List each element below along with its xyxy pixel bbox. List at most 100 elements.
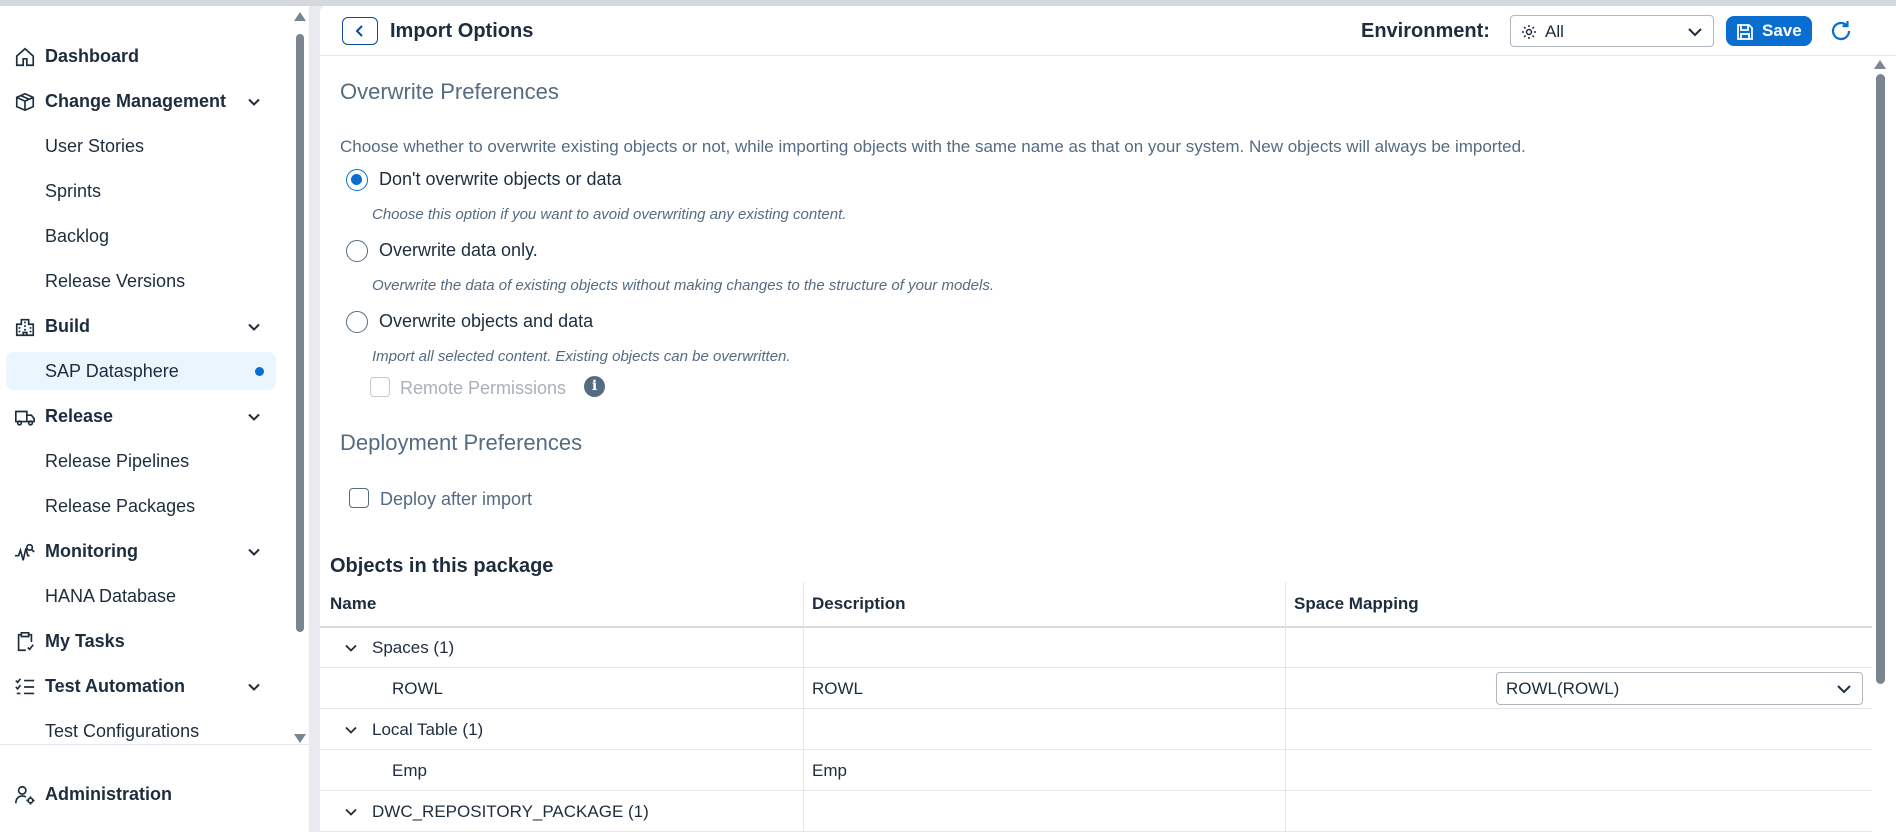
- chevron-down-icon[interactable]: [344, 805, 358, 819]
- chevron-down-icon[interactable]: [344, 723, 358, 737]
- sidebar-item-label: Change Management: [45, 90, 227, 111]
- deployment-preferences-title: Deployment Preferences: [340, 430, 583, 455]
- sidebar-item-release[interactable]: Release: [6, 397, 276, 435]
- column-header-description[interactable]: Description: [812, 582, 906, 626]
- sidebar-item-label: Test Configurations: [45, 720, 200, 741]
- radio-button[interactable]: [346, 240, 368, 262]
- cube-icon: [15, 92, 35, 112]
- row-name: Emp: [392, 761, 427, 780]
- sidebar-item-test-configurations[interactable]: Test Configurations: [6, 712, 276, 742]
- table-row[interactable]: ROWL ROWL ROWL(ROWL): [320, 668, 1872, 709]
- overwrite-preferences-title: Overwrite Preferences: [340, 79, 559, 104]
- home-icon: [15, 47, 35, 67]
- chevron-down-icon[interactable]: [246, 679, 262, 695]
- radio-label: Overwrite data only.: [379, 240, 538, 260]
- sidebar-item-build[interactable]: Build: [6, 307, 276, 345]
- info-icon[interactable]: i: [584, 376, 605, 397]
- sidebar-scrollbar[interactable]: [294, 12, 306, 743]
- chevron-down-icon[interactable]: [246, 544, 262, 560]
- sidebar-item-administration[interactable]: Administration: [6, 775, 276, 813]
- table-row[interactable]: Emp Emp: [320, 750, 1872, 791]
- radio-label: Overwrite objects and data: [379, 311, 594, 331]
- table-row[interactable]: DWC_REPOSITORY_PACKAGE (1): [320, 791, 1872, 832]
- radio-button[interactable]: [346, 311, 368, 333]
- chevron-left-icon: [355, 25, 363, 37]
- sidebar-item-test-automation[interactable]: Test Automation: [6, 667, 276, 705]
- sidebar-item-label: Administration: [45, 783, 173, 804]
- row-name: ROWL: [392, 679, 443, 698]
- column-header-name[interactable]: Name: [330, 582, 376, 626]
- sidebar-item-my-tasks[interactable]: My Tasks: [6, 622, 276, 660]
- sidebar-nav: Dashboard Change Management User Stories…: [0, 6, 290, 742]
- sidebar-divider: [0, 744, 310, 745]
- sidebar-item-label: My Tasks: [45, 630, 125, 651]
- checklist-icon: [15, 678, 35, 695]
- chevron-down-icon[interactable]: [344, 641, 358, 655]
- chevron-down-icon[interactable]: [246, 94, 262, 110]
- sidebar-item-label: User Stories: [45, 135, 145, 156]
- chevron-down-icon: [1688, 28, 1702, 37]
- sidebar-item-label: HANA Database: [45, 585, 177, 606]
- refresh-icon[interactable]: [1828, 18, 1854, 44]
- sidebar-item-label: Backlog: [45, 225, 110, 246]
- monitoring-icon: [14, 543, 35, 561]
- sidebar-item-dashboard[interactable]: Dashboard: [6, 37, 276, 75]
- clipboard-icon: [17, 632, 34, 652]
- deploy-after-import-checkbox[interactable]: [349, 488, 369, 508]
- table-row[interactable]: Spaces (1): [320, 627, 1872, 668]
- row-description: Emp: [812, 761, 847, 780]
- option-hint: Choose this option if you want to avoid …: [372, 206, 847, 223]
- scroll-down-arrow-icon[interactable]: [294, 734, 306, 743]
- scroll-up-arrow-icon[interactable]: [294, 12, 306, 21]
- sidebar-item-label: SAP Datasphere: [45, 360, 179, 381]
- chevron-down-icon[interactable]: [246, 319, 262, 335]
- scrollbar-thumb[interactable]: [296, 34, 304, 632]
- sidebar-item-release-pipelines[interactable]: Release Pipelines: [6, 442, 276, 480]
- sidebar-item-backlog[interactable]: Backlog: [6, 217, 276, 255]
- main-scrollbar[interactable]: [1873, 60, 1887, 832]
- scroll-up-arrow-icon[interactable]: [1874, 60, 1886, 69]
- overwrite-description: Choose whether to overwrite existing obj…: [340, 137, 1526, 156]
- column-header-space-mapping[interactable]: Space Mapping: [1294, 582, 1419, 626]
- table-row[interactable]: Local Table (1): [320, 709, 1872, 750]
- space-mapping-select[interactable]: ROWL(ROWL): [1496, 672, 1863, 705]
- option-hint: Overwrite the data of existing objects w…: [372, 277, 994, 294]
- space-mapping-value: ROWL(ROWL): [1506, 679, 1620, 698]
- sidebar-item-label: Build: [45, 315, 90, 336]
- sidebar-item-label: Dashboard: [45, 45, 140, 66]
- row-description: ROWL: [812, 679, 863, 698]
- sidebar-item-change-management[interactable]: Change Management: [6, 82, 276, 120]
- save-button-label: Save: [1762, 21, 1802, 40]
- selected-indicator: [255, 367, 264, 376]
- environment-label: Environment:: [1361, 20, 1490, 42]
- page-header: Import Options Environment: All Save: [320, 6, 1896, 56]
- environment-select[interactable]: All: [1510, 15, 1714, 47]
- row-name: Local Table (1): [372, 720, 484, 739]
- remote-permissions-checkbox[interactable]: [370, 377, 390, 397]
- row-name: Spaces (1): [372, 638, 455, 657]
- chevron-down-icon: [1837, 685, 1851, 694]
- radio-label: Don't overwrite objects or data: [379, 169, 622, 189]
- save-icon: [1737, 24, 1753, 40]
- radio-button[interactable]: [346, 169, 368, 191]
- sidebar-item-release-packages[interactable]: Release Packages: [6, 487, 276, 525]
- row-name: DWC_REPOSITORY_PACKAGE (1): [372, 802, 649, 821]
- user-settings-icon: [15, 785, 35, 805]
- sidebar-item-hana-database[interactable]: HANA Database: [6, 577, 276, 615]
- sidebar-item-label: Release: [45, 405, 114, 426]
- back-button[interactable]: [342, 17, 378, 45]
- sidebar-item-sap-datasphere[interactable]: SAP Datasphere: [6, 352, 276, 390]
- chevron-down-icon[interactable]: [246, 409, 262, 425]
- sidebar-item-release-versions[interactable]: Release Versions: [6, 262, 276, 300]
- scrollbar-thumb[interactable]: [1876, 74, 1885, 684]
- sidebar-item-label: Release Versions: [45, 270, 186, 291]
- sidebar-item-sprints[interactable]: Sprints: [6, 172, 276, 210]
- sidebar-item-monitoring[interactable]: Monitoring: [6, 532, 276, 570]
- environment-value: All: [1545, 22, 1564, 41]
- sidebar-item-label: Monitoring: [45, 540, 138, 561]
- sidebar-item-user-stories[interactable]: User Stories: [6, 127, 276, 165]
- objects-table-title: Objects in this package: [330, 555, 554, 577]
- sidebar-item-label: Release Pipelines: [45, 450, 190, 471]
- save-button[interactable]: Save: [1726, 16, 1812, 46]
- deploy-after-import-label: Deploy after import: [380, 489, 533, 509]
